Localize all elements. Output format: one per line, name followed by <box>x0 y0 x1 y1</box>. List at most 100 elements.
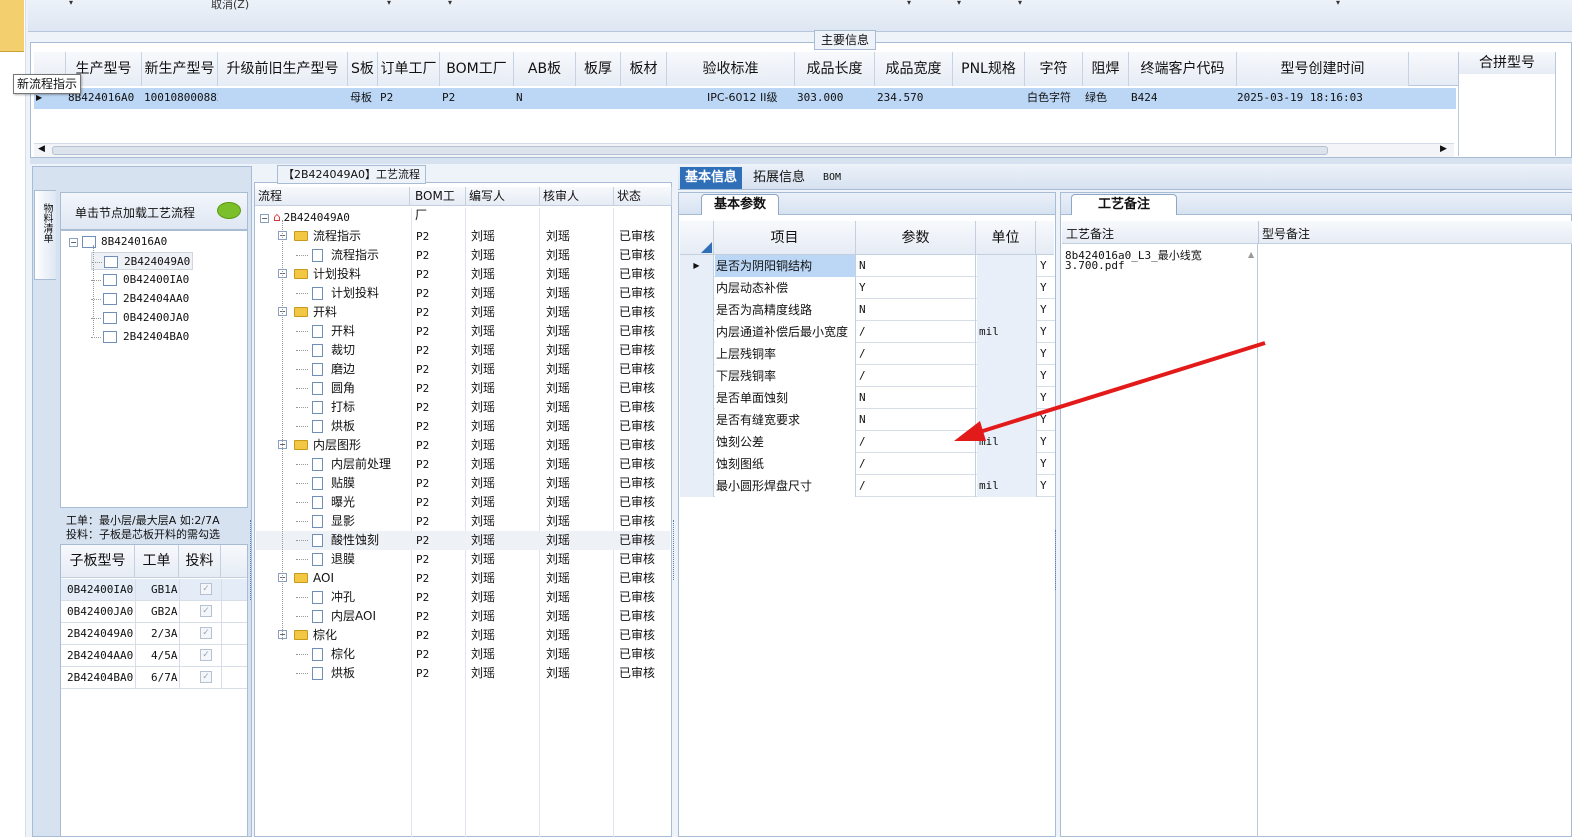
column-header[interactable]: 板材 <box>621 52 667 86</box>
column-header[interactable]: 升级前旧生产型号 <box>218 52 348 86</box>
feed-checkbox[interactable]: ✓ <box>200 583 212 595</box>
scroll-right-icon[interactable]: ▶ <box>1440 144 1447 154</box>
sub-col-header[interactable]: 工单 <box>135 545 179 578</box>
splitter-right[interactable] <box>1055 530 1059 590</box>
process-row[interactable]: 显影 P2 刘瑶 刘瑶 已审核 <box>256 512 670 531</box>
column-header[interactable]: 字符 <box>1025 52 1083 86</box>
remarks-col-process[interactable]: 工艺备注 <box>1066 225 1114 242</box>
side-column-header[interactable]: 合拼型号 <box>1458 52 1556 74</box>
column-header[interactable]: 成品宽度 <box>875 52 953 86</box>
process-row[interactable]: 流程指示 P2 刘瑶 刘瑶 已审核 <box>256 246 670 265</box>
table-row[interactable]: 2B42404BA0 6/7A ✓ <box>61 667 247 689</box>
process-row[interactable]: 贴膜 P2 刘瑶 刘瑶 已审核 <box>256 474 670 493</box>
process-row[interactable]: 裁切 P2 刘瑶 刘瑶 已审核 <box>256 341 670 360</box>
process-row[interactable]: − AOI P2 刘瑶 刘瑶 已审核 <box>256 569 670 588</box>
collapse-icon[interactable]: − <box>69 237 78 247</box>
params-col-header[interactable]: 项目 <box>714 221 856 255</box>
process-row[interactable]: 圆角 P2 刘瑶 刘瑶 已审核 <box>256 379 670 398</box>
params-col-header[interactable]: 参数 <box>856 221 976 255</box>
tree-node-child[interactable]: 2B42404AA0 <box>91 290 189 308</box>
param-value[interactable]: N <box>857 299 976 321</box>
param-row[interactable]: 蚀刻图纸 / Y <box>680 453 1055 475</box>
process-row[interactable]: 烘板 P2 刘瑶 刘瑶 已审核 <box>256 417 670 436</box>
tab-bom[interactable]: BOM <box>818 167 846 189</box>
remarks-col-model[interactable]: 型号备注 <box>1262 225 1310 242</box>
feed-checkbox[interactable]: ✓ <box>200 605 212 617</box>
process-col-header[interactable]: 状态 <box>614 187 672 206</box>
process-col-header[interactable]: 核审人 <box>540 187 614 206</box>
tree-node-child[interactable]: 2B424049A0 <box>91 252 194 270</box>
collapse-icon[interactable]: − <box>260 213 269 223</box>
process-row[interactable]: 开料 P2 刘瑶 刘瑶 已审核 <box>256 322 670 341</box>
tree-node-child[interactable]: 2B42404BA0 <box>91 328 189 346</box>
process-row[interactable]: 曝光 P2 刘瑶 刘瑶 已审核 <box>256 493 670 512</box>
process-row[interactable]: 内层前处理 P2 刘瑶 刘瑶 已审核 <box>256 455 670 474</box>
row-selector[interactable] <box>680 321 714 343</box>
scroll-left-icon[interactable]: ◀ <box>38 144 45 154</box>
row-selector[interactable] <box>680 277 714 299</box>
scroll-thumb[interactable] <box>52 146 1328 155</box>
process-row[interactable]: 烘板 P2 刘瑶 刘瑶 已审核 <box>256 664 670 683</box>
param-row[interactable]: 内层动态补偿 Y Y <box>680 277 1055 299</box>
row-selector[interactable] <box>680 409 714 431</box>
sub-col-header[interactable]: 子板型号 <box>61 545 135 578</box>
table-row[interactable]: 0B42400IA0 GB1A ✓ <box>61 579 247 601</box>
column-header[interactable]: 型号创建时间 <box>1237 52 1409 86</box>
tab-basic-params[interactable]: 基本参数 <box>701 194 780 215</box>
feed-checkbox[interactable]: ✓ <box>200 671 212 683</box>
process-row[interactable]: − 流程指示 P2 刘瑶 刘瑶 已审核 <box>256 227 670 246</box>
param-value[interactable]: / <box>857 475 976 497</box>
param-value[interactable]: / <box>857 453 976 475</box>
table-row[interactable]: 0B42400JA0 GB2A ✓ <box>61 601 247 623</box>
param-row[interactable]: 最小圆形焊盘尺寸 / mil Y <box>680 475 1055 497</box>
param-row[interactable]: ▶ 是否为阴阳铜结构 N Y <box>680 255 1055 277</box>
process-row[interactable]: − 开料 P2 刘瑶 刘瑶 已审核 <box>256 303 670 322</box>
main-info-hscrollbar[interactable]: ◀ ▶ <box>34 143 1454 157</box>
process-row[interactable]: − 计划投料 P2 刘瑶 刘瑶 已审核 <box>256 265 670 284</box>
row-selector[interactable] <box>680 453 714 475</box>
splitter[interactable] <box>30 158 1572 164</box>
tab-extended[interactable]: 拓展信息 <box>748 167 810 189</box>
feed-checkbox[interactable]: ✓ <box>200 649 212 661</box>
row-selector[interactable]: ▶ <box>680 255 714 277</box>
tree-node-root[interactable]: − 8B424016A0 <box>69 233 167 251</box>
left-edge-tab[interactable] <box>0 0 24 52</box>
process-row[interactable]: 磨边 P2 刘瑶 刘瑶 已审核 <box>256 360 670 379</box>
process-row[interactable]: 内层AOI P2 刘瑶 刘瑶 已审核 <box>256 607 670 626</box>
process-row[interactable]: 酸性蚀刻 P2 刘瑶 刘瑶 已审核 <box>256 531 670 550</box>
feed-checkbox[interactable]: ✓ <box>200 627 212 639</box>
params-col-header[interactable]: 单位 <box>976 221 1036 255</box>
column-header[interactable]: 订单工厂 <box>378 52 440 86</box>
row-selector[interactable] <box>680 343 714 365</box>
column-header[interactable]: 验收标准 <box>667 52 795 86</box>
process-col-header[interactable]: 编写人 <box>466 187 540 206</box>
process-root-row[interactable]: − ⌂ 2B424049A0 <box>260 208 350 227</box>
tree-node-child[interactable]: 0B42400IA0 <box>91 271 189 289</box>
main-info-selected-row[interactable]: ▶ 8B424016A010010800088256母板P2P2NIPC-601… <box>34 88 1456 109</box>
column-header[interactable]: PNL规格 <box>953 52 1025 86</box>
process-row[interactable]: 冲孔 P2 刘瑶 刘瑶 已审核 <box>256 588 670 607</box>
table-row[interactable]: 2B42404AA0 4/5A ✓ <box>61 645 247 667</box>
column-header[interactable]: BOM工厂 <box>440 52 514 86</box>
process-row[interactable]: − 棕化 P2 刘瑶 刘瑶 已审核 <box>256 626 670 645</box>
row-selector[interactable] <box>680 475 714 497</box>
param-value[interactable]: Y <box>857 277 976 299</box>
column-header[interactable]: AB板 <box>514 52 576 86</box>
row-selector[interactable] <box>680 387 714 409</box>
tab-process-remarks[interactable]: 工艺备注 <box>1071 194 1178 215</box>
row-selector[interactable] <box>680 299 714 321</box>
column-header[interactable]: 阻焊 <box>1083 52 1129 86</box>
remarks-scroll-up-icon[interactable]: ▲ <box>1248 250 1254 259</box>
param-value[interactable]: N <box>857 255 976 277</box>
process-row[interactable]: − 内层图形 P2 刘瑶 刘瑶 已审核 <box>256 436 670 455</box>
tree-node-child[interactable]: 0B42400JA0 <box>91 309 189 327</box>
splitter-middle[interactable] <box>673 520 677 580</box>
row-selector[interactable] <box>680 365 714 387</box>
remarks-cell[interactable]: 8b424016a0_L3_最小线宽 3.700.pdf ▲ <box>1062 244 1258 837</box>
process-row[interactable]: 打标 P2 刘瑶 刘瑶 已审核 <box>256 398 670 417</box>
process-row[interactable]: 退膜 P2 刘瑶 刘瑶 已审核 <box>256 550 670 569</box>
process-row[interactable]: 计划投料 P2 刘瑶 刘瑶 已审核 <box>256 284 670 303</box>
toolbar-dropdown-arrows[interactable]: ▾ ▾ ▾ ▾ ▾ ▾ ▾ <box>60 0 1360 8</box>
process-col-header[interactable]: BOM工厂 <box>412 187 466 222</box>
column-header[interactable]: S板 <box>348 52 378 86</box>
